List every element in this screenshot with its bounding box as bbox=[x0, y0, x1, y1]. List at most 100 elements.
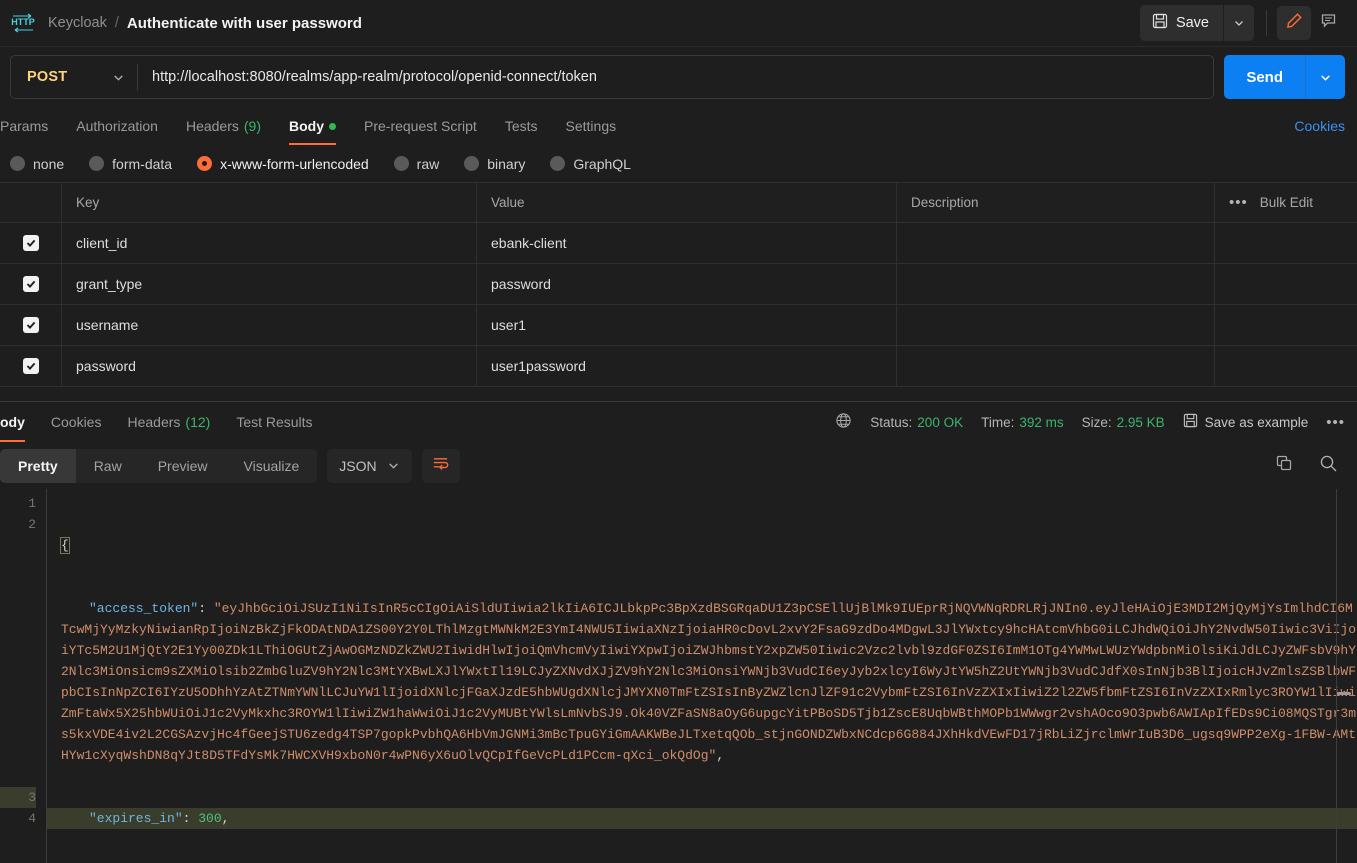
save-dropdown-button[interactable] bbox=[1224, 5, 1254, 41]
time-value: 392 ms bbox=[1019, 414, 1064, 430]
body-params-table: Key Value Description ••• Bulk Edit clie… bbox=[0, 182, 1357, 401]
code-content[interactable]: { "access_token": "eyJhbGciOiJSUzI1NiIsI… bbox=[47, 489, 1357, 863]
search-icon bbox=[1319, 454, 1338, 478]
save-button-group: Save bbox=[1139, 5, 1254, 41]
comments-button[interactable] bbox=[1311, 6, 1345, 40]
response-tab-cookies[interactable]: Cookies bbox=[38, 402, 115, 442]
tab-authorization[interactable]: Authorization bbox=[62, 107, 172, 145]
view-raw-button[interactable]: Raw bbox=[76, 449, 140, 483]
row-value[interactable]: ebank-client bbox=[477, 223, 897, 263]
code-scrollbar-thumb[interactable] bbox=[1337, 692, 1351, 695]
chevron-down-icon bbox=[114, 74, 123, 81]
tab-authorization-label: Authorization bbox=[76, 118, 158, 134]
tab-settings[interactable]: Settings bbox=[552, 107, 631, 145]
table-row[interactable]: client_id ebank-client bbox=[0, 223, 1357, 264]
cookies-link[interactable]: Cookies bbox=[1294, 107, 1345, 145]
row-key[interactable]: username bbox=[62, 305, 477, 345]
response-tabs-spacer bbox=[326, 402, 836, 442]
row-checkbox-cell bbox=[0, 223, 62, 263]
row-key[interactable]: grant_type bbox=[62, 264, 477, 304]
response-tab-test-results[interactable]: Test Results bbox=[223, 402, 325, 442]
code-line-3: "expires_in": 300, bbox=[47, 808, 1357, 829]
body-type-graphql[interactable]: GraphQL bbox=[550, 156, 644, 172]
response-tab-body[interactable]: ody bbox=[0, 402, 38, 442]
status-badge: Status: 200 OK bbox=[870, 415, 963, 430]
table-bottom-padding bbox=[0, 387, 1357, 401]
code-line-2: "access_token": "eyJhbGciOiJSUzI1NiIsInR… bbox=[61, 598, 1357, 766]
tab-body[interactable]: Body bbox=[275, 107, 350, 145]
row-description[interactable] bbox=[897, 346, 1215, 386]
save-as-example-button[interactable]: Save as example bbox=[1183, 413, 1308, 431]
response-body-viewer[interactable]: 1 2 3 4 { "access_token": "eyJhbGciOiJSU… bbox=[0, 489, 1357, 863]
response-format-select[interactable]: JSON bbox=[327, 448, 412, 483]
body-type-form-data[interactable]: form-data bbox=[89, 156, 185, 172]
row-value[interactable]: user1 bbox=[477, 305, 897, 345]
json-key-expires-in: "expires_in" bbox=[89, 811, 183, 826]
json-open-brace: { bbox=[60, 537, 70, 554]
body-type-x-www-form-urlencoded[interactable]: x-www-form-urlencoded bbox=[197, 156, 382, 172]
bulk-edit-button[interactable]: Bulk Edit bbox=[1260, 195, 1313, 210]
response-tab-headers-count: (12) bbox=[185, 414, 211, 430]
tab-tests-label: Tests bbox=[504, 118, 538, 134]
json-colon: : bbox=[198, 601, 214, 616]
view-preview-button[interactable]: Preview bbox=[140, 449, 226, 483]
code-right-rail bbox=[1336, 489, 1337, 863]
table-row[interactable]: grant_type password bbox=[0, 264, 1357, 305]
url-bar: POST bbox=[10, 55, 1215, 99]
tab-headers[interactable]: Headers (9) bbox=[172, 107, 275, 145]
copy-icon bbox=[1275, 454, 1293, 477]
row-value[interactable]: user1password bbox=[477, 346, 897, 386]
http-method-select[interactable]: POST bbox=[11, 56, 137, 98]
table-row[interactable]: username user1 bbox=[0, 305, 1357, 346]
save-button-label: Save bbox=[1175, 15, 1209, 31]
json-value-expires-in: 300 bbox=[198, 811, 222, 826]
globe-icon[interactable] bbox=[835, 412, 852, 432]
ellipsis-icon[interactable]: ••• bbox=[1229, 194, 1248, 211]
tab-tests[interactable]: Tests bbox=[491, 107, 552, 145]
copy-response-button[interactable] bbox=[1267, 449, 1301, 483]
row-actions bbox=[1215, 346, 1357, 386]
word-wrap-icon bbox=[431, 455, 450, 477]
row-checkbox-checked[interactable] bbox=[22, 317, 39, 333]
size-label: Size: bbox=[1081, 414, 1112, 430]
table-row[interactable]: password user1password bbox=[0, 346, 1357, 387]
http-method-label: POST bbox=[27, 69, 68, 85]
tab-params[interactable]: Params bbox=[0, 107, 62, 145]
response-tabs: ody Cookies Headers (12) Test Results St… bbox=[0, 402, 1357, 442]
row-key[interactable]: password bbox=[62, 346, 477, 386]
code-line-numbers: 1 2 3 4 bbox=[0, 489, 46, 863]
row-key[interactable]: client_id bbox=[62, 223, 477, 263]
body-type-none[interactable]: none bbox=[10, 156, 77, 172]
body-type-graphql-label: GraphQL bbox=[573, 155, 631, 172]
response-more-options-icon[interactable]: ••• bbox=[1326, 414, 1345, 431]
code-line-1: { bbox=[60, 535, 1357, 556]
edit-request-button[interactable] bbox=[1277, 6, 1311, 40]
breadcrumb-collection[interactable]: Keycloak bbox=[48, 15, 107, 31]
url-input[interactable] bbox=[138, 56, 1214, 98]
body-type-raw[interactable]: raw bbox=[393, 156, 453, 172]
row-value[interactable]: password bbox=[477, 264, 897, 304]
row-description[interactable] bbox=[897, 264, 1215, 304]
status-value: 200 OK bbox=[917, 414, 964, 430]
line-number: 2 bbox=[28, 517, 36, 532]
row-checkbox-checked[interactable] bbox=[22, 358, 39, 374]
row-checkbox-checked[interactable] bbox=[22, 276, 39, 292]
row-description[interactable] bbox=[897, 305, 1215, 345]
tab-pre-request-script[interactable]: Pre-request Script bbox=[350, 107, 491, 145]
view-pretty-button[interactable]: Pretty bbox=[0, 448, 76, 483]
column-header-value: Value bbox=[477, 183, 897, 222]
send-button[interactable]: Send bbox=[1224, 55, 1305, 99]
chevron-down-icon bbox=[388, 463, 398, 469]
body-type-binary[interactable]: binary bbox=[464, 156, 538, 172]
save-button[interactable]: Save bbox=[1139, 5, 1224, 41]
search-response-button[interactable] bbox=[1311, 449, 1345, 483]
breadcrumb-separator: / bbox=[114, 15, 119, 31]
word-wrap-toggle[interactable] bbox=[421, 448, 460, 483]
view-visualize-button[interactable]: Visualize bbox=[226, 449, 318, 483]
response-tab-headers[interactable]: Headers (12) bbox=[114, 402, 223, 442]
url-bar-row: POST Send bbox=[0, 47, 1357, 107]
row-description[interactable] bbox=[897, 223, 1215, 263]
send-dropdown-button[interactable] bbox=[1305, 55, 1345, 99]
row-checkbox-checked[interactable] bbox=[22, 235, 39, 251]
json-key-access-token: "access_token" bbox=[89, 601, 199, 616]
